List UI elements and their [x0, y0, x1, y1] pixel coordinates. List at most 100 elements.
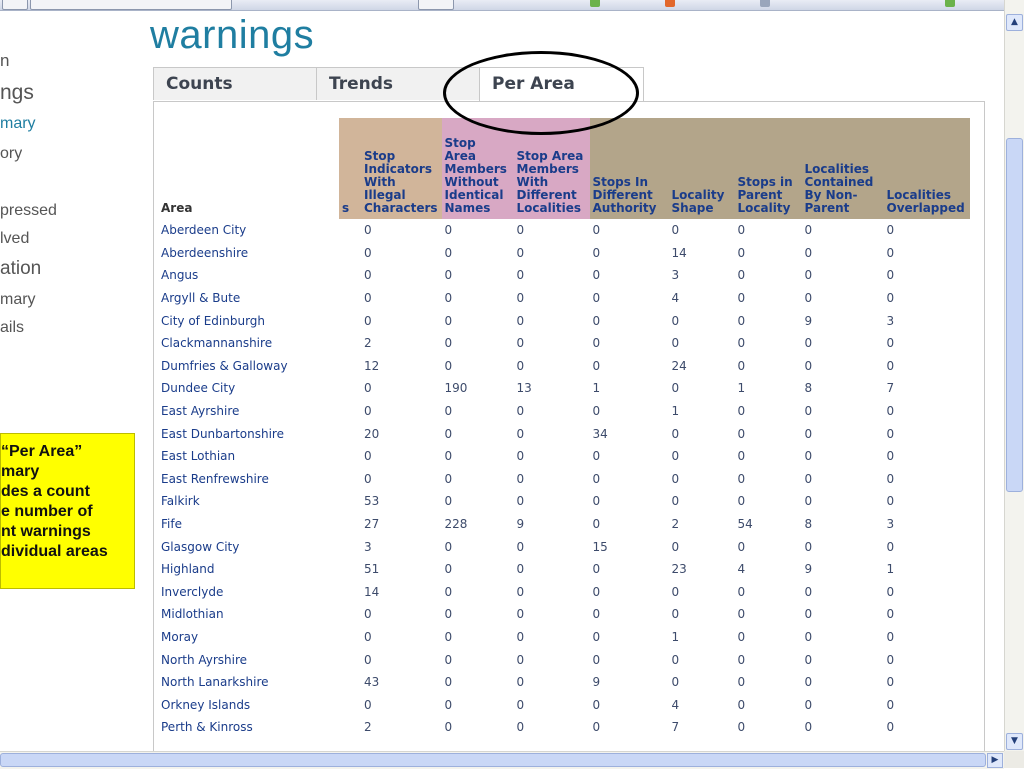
table-cell: 53 — [364, 494, 380, 509]
nav-item[interactable]: ngs — [0, 81, 34, 105]
table-cell: 0 — [886, 291, 895, 306]
tab-trends[interactable]: Trends — [316, 67, 480, 100]
table-cell: 0 — [444, 629, 453, 644]
table-cell: 0 — [444, 268, 453, 283]
toolbar-icon[interactable] — [665, 0, 675, 7]
area-link[interactable]: East Dunbartonshire — [157, 422, 339, 445]
table-cell: 0 — [737, 358, 746, 373]
area-link[interactable]: Falkirk — [157, 490, 339, 513]
table-cell: 0 — [804, 652, 813, 667]
table-cell: 0 — [737, 336, 746, 351]
table-cell: 0 — [444, 539, 453, 554]
table-cell: 0 — [592, 562, 601, 577]
area-link[interactable]: Angus — [157, 264, 339, 287]
table-cell: 0 — [737, 629, 746, 644]
scroll-up-button[interactable]: ▲ — [1006, 14, 1023, 31]
table-cell: 0 — [592, 313, 601, 328]
area-link[interactable]: Clackmannanshire — [157, 332, 339, 355]
column-header[interactable]: Stops In Different Authority — [589, 118, 669, 219]
table-cell: 190 — [444, 381, 468, 396]
area-link[interactable]: Dundee City — [157, 377, 339, 400]
vertical-scrollbar[interactable]: ▲ ▼ — [1004, 0, 1024, 752]
area-link[interactable]: Inverclyde — [157, 581, 339, 604]
area-link[interactable]: Highland — [157, 558, 339, 581]
table-cell: 14 — [671, 245, 687, 260]
table-cell: 0 — [444, 404, 453, 419]
table-cell: 0 — [592, 629, 601, 644]
column-header[interactable]: s — [339, 118, 361, 219]
column-header[interactable]: Stop Area Members Without Identical Name… — [441, 118, 514, 219]
table-cell: 0 — [737, 449, 746, 464]
nav-item[interactable]: mary — [0, 115, 36, 133]
table-cell: 0 — [804, 223, 813, 238]
table-cell: 0 — [364, 607, 372, 622]
area-link[interactable]: North Lanarkshire — [157, 671, 339, 694]
table-cell: 0 — [737, 426, 746, 441]
column-header[interactable]: Localities Overlapped — [883, 118, 970, 219]
area-link[interactable]: Moray — [157, 626, 339, 649]
table-cell: 0 — [804, 697, 813, 712]
area-link[interactable]: East Renfrewshire — [157, 468, 339, 491]
scroll-right-button[interactable]: ▶ — [987, 753, 1003, 768]
area-link[interactable]: East Ayrshire — [157, 400, 339, 423]
table-cell: 0 — [886, 652, 895, 667]
toolbar-icon[interactable] — [760, 0, 770, 7]
column-header[interactable]: Stops in Parent Locality — [734, 118, 802, 219]
table-cell: 0 — [804, 720, 813, 735]
area-link[interactable]: Orkney Islands — [157, 693, 339, 716]
table-cell: 0 — [737, 584, 746, 599]
horizontal-scroll-thumb[interactable] — [0, 753, 986, 767]
area-link[interactable]: Perth & Kinross — [157, 716, 339, 739]
back-button[interactable] — [2, 0, 28, 10]
nav-item[interactable]: lved — [0, 230, 29, 248]
table-cell: 0 — [737, 720, 746, 735]
table-cell: 0 — [592, 607, 601, 622]
tab-counts[interactable]: Counts — [153, 67, 317, 100]
table-cell: 0 — [671, 539, 680, 554]
area-link[interactable]: Aberdeen City — [157, 219, 339, 242]
area-link[interactable]: City of Edinburgh — [157, 309, 339, 332]
address-tab[interactable] — [30, 0, 232, 10]
area-link[interactable]: Argyll & Bute — [157, 287, 339, 310]
nav-item[interactable]: pressed — [0, 202, 57, 220]
table-cell: 54 — [737, 517, 753, 532]
toolbar-icon[interactable] — [590, 0, 600, 7]
toolbar-icon[interactable] — [945, 0, 955, 7]
table-cell: 3 — [886, 313, 895, 328]
nav-item[interactable]: ation — [0, 258, 41, 280]
column-header[interactable]: Locality Shape — [668, 118, 735, 219]
horizontal-scrollbar[interactable]: ▶ — [0, 751, 1004, 769]
table-cell: 0 — [671, 426, 680, 441]
nav-item[interactable]: n — [0, 51, 9, 71]
column-header[interactable]: Localities Contained By Non-Parent — [801, 118, 884, 219]
toolbar-button[interactable] — [418, 0, 454, 10]
column-header[interactable]: Area — [157, 118, 339, 219]
table-cell: 0 — [364, 629, 372, 644]
area-link[interactable]: North Ayrshire — [157, 648, 339, 671]
table-row: Clackmannanshire 2 0 0 0 0 0 0 0 — [157, 332, 970, 355]
table-cell: 0 — [364, 313, 372, 328]
area-link[interactable]: Glasgow City — [157, 535, 339, 558]
table-cell: 0 — [516, 562, 525, 577]
vertical-scroll-thumb[interactable] — [1006, 138, 1023, 492]
nav-item[interactable]: ory — [0, 145, 22, 163]
table-cell: 0 — [671, 652, 680, 667]
area-link[interactable]: Dumfries & Galloway — [157, 355, 339, 378]
table-cell: 0 — [886, 629, 895, 644]
area-link[interactable]: Aberdeenshire — [157, 242, 339, 265]
table-cell: 0 — [516, 584, 525, 599]
area-link[interactable]: Fife — [157, 513, 339, 536]
table-row: North Lanarkshire 43 0 0 9 0 0 0 0 — [157, 671, 970, 694]
area-link[interactable]: Midlothian — [157, 603, 339, 626]
nav-item[interactable]: mary — [0, 291, 36, 309]
tab-per-area[interactable]: Per Area — [479, 67, 644, 102]
table-cell: 7 — [671, 720, 680, 735]
column-header[interactable]: Stop Indicators With Illegal Characters — [361, 118, 442, 219]
nav-item[interactable]: ails — [0, 319, 24, 337]
scroll-down-button[interactable]: ▼ — [1006, 733, 1023, 750]
column-header[interactable]: Stop Area Members With Different Localit… — [513, 118, 590, 219]
table-cell: 1 — [671, 629, 680, 644]
area-link[interactable]: East Lothian — [157, 445, 339, 468]
table-cell: 0 — [592, 358, 601, 373]
table-cell — [339, 558, 361, 581]
